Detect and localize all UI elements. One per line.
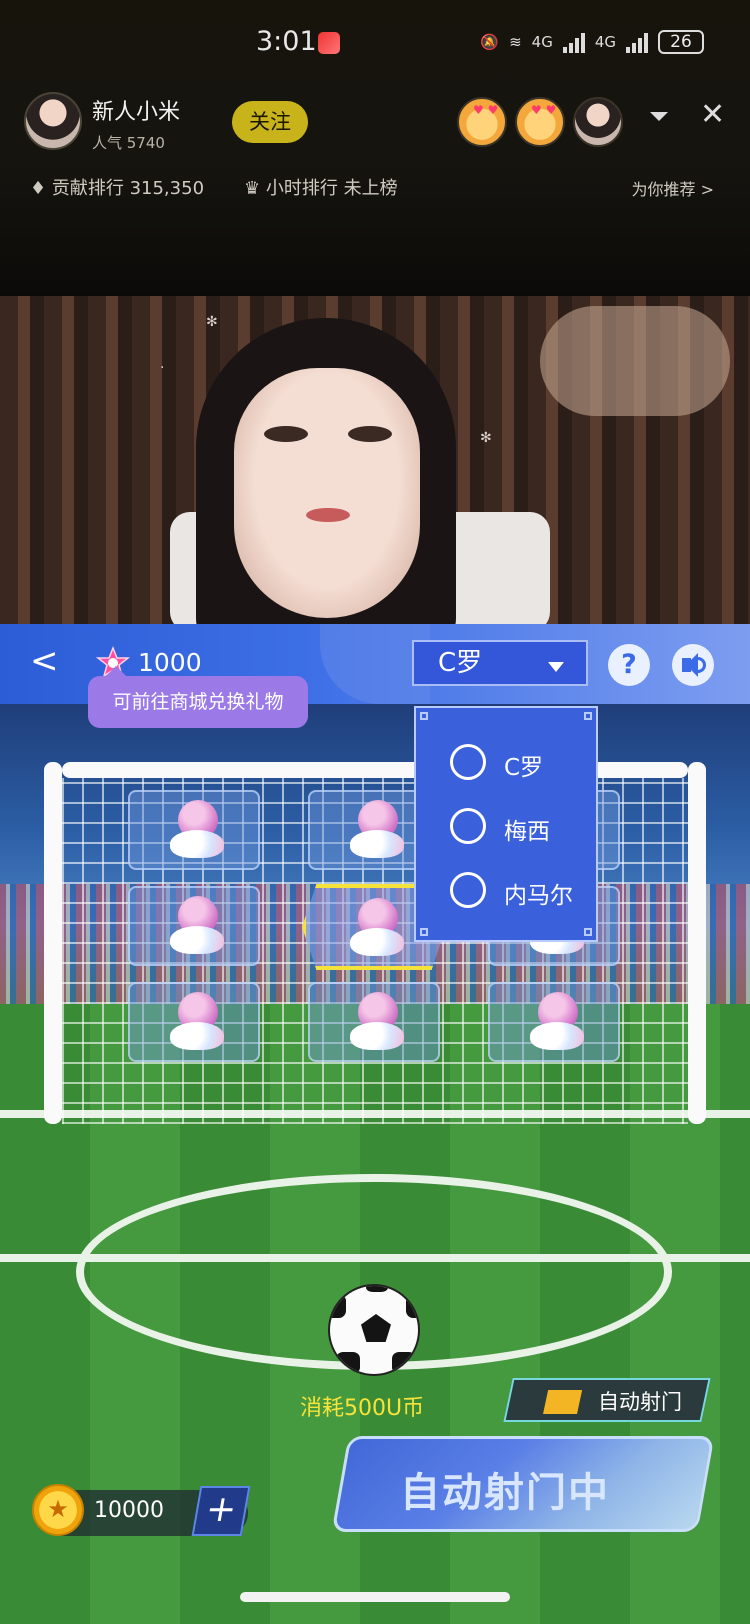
hourly-rank[interactable]: ♛ 小时排行 未上榜 [244,174,398,200]
swan-gift-icon [170,896,224,958]
video-eye [348,426,392,442]
sparkle-icon: ✻ [206,314,218,330]
sound-wave [698,657,706,673]
sound-button[interactable] [672,644,714,686]
auto-shoot-status[interactable]: 自动射门中 [400,1460,610,1518]
mute-icon: 🔕 [480,33,500,51]
follow-button[interactable]: 关注 [232,101,308,143]
auto-shoot-toggle-label[interactable]: 自动射门 [598,1386,682,1416]
network-label-1: 4G [531,33,553,51]
swan-gift-icon [350,898,404,960]
streamer-name[interactable]: 新人小米 [92,94,180,126]
star-points: 1000 [138,648,202,677]
crown-icon: ♛ [244,178,266,199]
home-indicator[interactable] [240,1592,510,1602]
radio-button[interactable] [450,808,486,844]
dropdown-corner [584,928,592,936]
streamer-avatar[interactable] [24,92,82,150]
gift-target-slot[interactable] [128,790,260,870]
gift-target-slot[interactable] [488,982,620,1062]
status-time: 3:01 [256,26,317,57]
viewer-avatar[interactable]: ♥ ♥ [457,97,507,147]
player-option-label: C罗 [504,755,544,781]
goal-post-right [688,762,706,1124]
swan-gift-icon [350,800,404,862]
swan-gift-icon [530,992,584,1054]
add-coins-button[interactable]: + [191,1486,251,1536]
signal-icon-2 [626,31,648,53]
speaker-cone [686,653,698,677]
swan-gift-icon [350,992,404,1054]
video-face [234,368,420,618]
caret-down-icon[interactable] [548,662,564,672]
gift-target-slot[interactable] [128,886,260,966]
coin-icon: ★ [32,1484,84,1536]
shop-tooltip[interactable]: 可前往商城兑换礼物 [88,666,308,728]
live-header: 3:01 🔕 ≋ 4G 4G 26 新人小米 人气 5740 关注 ♥ ♥ ♥ … [0,0,750,300]
gift-target-slot[interactable] [308,982,440,1062]
coin-balance-value: 10000 [94,1498,164,1523]
contribution-rank[interactable]: ♦ 贡献排行 315,350 [30,174,204,200]
player-option[interactable]: C罗 [450,742,590,782]
status-icons: 🔕 ≋ 4G 4G 26 [480,30,704,54]
battery-icon: 26 [658,30,704,54]
player-dropdown: C罗 梅西 内马尔 [414,706,598,942]
back-icon[interactable]: < [30,644,59,678]
contribution-rank-label: 贡献排行 315,350 [51,178,205,199]
player-option[interactable]: 梅西 [450,806,590,846]
player-option-label: 内马尔 [504,883,573,909]
streamer-popularity: 人气 5740 [92,134,165,152]
swan-gift-icon [170,992,224,1054]
sparkle-icon: ✻ [480,430,492,446]
diamond-icon: ♦ [30,178,52,199]
app-notification-icon [318,32,340,54]
player-option-label: 梅西 [504,819,550,845]
shot-cost: 消耗500U币 [300,1396,425,1421]
soccer-ball[interactable] [328,1284,420,1376]
dropdown-corner [584,712,592,720]
sparkle-icon: · [160,360,165,376]
radio-button[interactable] [450,872,486,908]
flag-icon [543,1390,583,1414]
viewer-avatar[interactable] [573,97,623,147]
status-bar: 3:01 🔕 ≋ 4G 4G 26 [0,22,750,68]
gift-target-slot[interactable] [128,982,260,1062]
background-decoration [540,306,730,416]
wifi-icon: ≋ [509,33,522,51]
recommend-link[interactable]: 为你推荐 > [632,176,715,200]
goal-post-left [44,762,62,1124]
help-button[interactable]: ? [608,644,650,686]
video-lips [306,508,350,522]
dropdown-corner [420,712,428,720]
video-eye [264,426,308,442]
player-option[interactable]: 内马尔 [450,870,590,910]
swan-gift-icon [170,800,224,862]
heart-icon: ♥ ♥ [531,103,557,117]
network-label-2: 4G [594,33,616,51]
hourly-rank-label: 小时排行 未上榜 [265,178,398,199]
chevron-down-icon[interactable] [650,112,668,121]
dropdown-corner [420,928,428,936]
live-video[interactable]: ✻ ✻ · [0,296,750,626]
viewer-avatar[interactable]: ♥ ♥ [515,97,565,147]
signal-icon [562,31,585,53]
close-icon[interactable]: ✕ [700,100,725,130]
heart-icon: ♥ ♥ [473,103,499,117]
radio-button[interactable] [450,744,486,780]
